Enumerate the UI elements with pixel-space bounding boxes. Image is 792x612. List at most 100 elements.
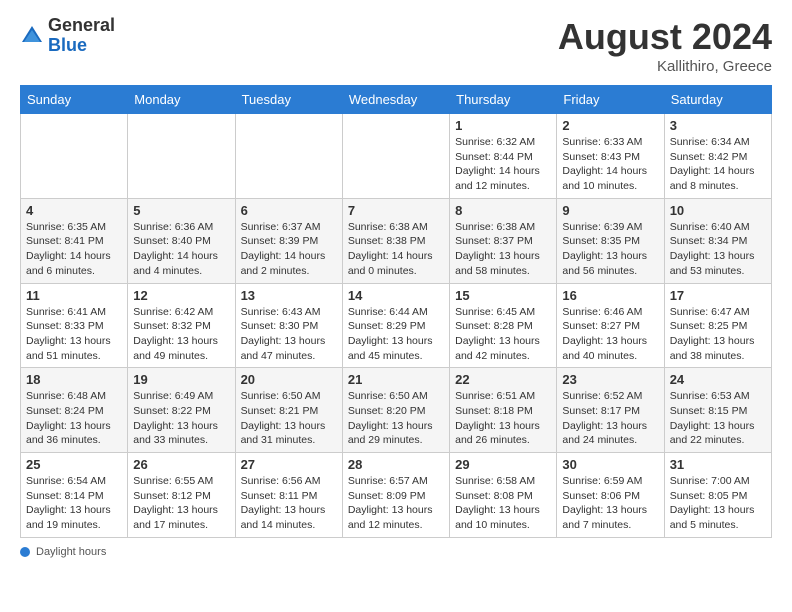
calendar-cell: 19 Sunrise: 6:49 AM Sunset: 8:22 PM Dayli…	[128, 368, 235, 453]
logo-general-text: General	[48, 16, 115, 36]
calendar-cell: 2 Sunrise: 6:33 AM Sunset: 8:43 PM Daylig…	[557, 114, 664, 199]
calendar-week-row: 4 Sunrise: 6:35 AM Sunset: 8:41 PM Daylig…	[21, 198, 772, 283]
day-info: Sunrise: 6:35 AM Sunset: 8:41 PM Dayligh…	[26, 220, 122, 279]
calendar-cell: 15 Sunrise: 6:45 AM Sunset: 8:28 PM Dayli…	[450, 283, 557, 368]
day-number: 12	[133, 288, 229, 303]
day-number: 21	[348, 372, 444, 387]
day-info: Sunrise: 6:43 AM Sunset: 8:30 PM Dayligh…	[241, 305, 337, 364]
month-year-title: August 2024	[558, 16, 772, 58]
day-info: Sunrise: 6:49 AM Sunset: 8:22 PM Dayligh…	[133, 389, 229, 448]
day-number: 19	[133, 372, 229, 387]
day-number: 2	[562, 118, 658, 133]
day-info: Sunrise: 6:45 AM Sunset: 8:28 PM Dayligh…	[455, 305, 551, 364]
calendar-cell	[235, 114, 342, 199]
weekday-header-sunday: Sunday	[21, 86, 128, 114]
day-number: 22	[455, 372, 551, 387]
calendar-table: SundayMondayTuesdayWednesdayThursdayFrid…	[20, 85, 772, 538]
day-number: 25	[26, 457, 122, 472]
day-info: Sunrise: 6:38 AM Sunset: 8:37 PM Dayligh…	[455, 220, 551, 279]
day-number: 30	[562, 457, 658, 472]
day-info: Sunrise: 6:47 AM Sunset: 8:25 PM Dayligh…	[670, 305, 766, 364]
title-block: August 2024 Kallithiro, Greece	[558, 16, 772, 75]
day-info: Sunrise: 6:44 AM Sunset: 8:29 PM Dayligh…	[348, 305, 444, 364]
calendar-cell: 8 Sunrise: 6:38 AM Sunset: 8:37 PM Daylig…	[450, 198, 557, 283]
day-number: 5	[133, 203, 229, 218]
calendar-week-row: 11 Sunrise: 6:41 AM Sunset: 8:33 PM Dayli…	[21, 283, 772, 368]
day-info: Sunrise: 6:51 AM Sunset: 8:18 PM Dayligh…	[455, 389, 551, 448]
logo-blue-text: Blue	[48, 36, 115, 56]
day-info: Sunrise: 6:52 AM Sunset: 8:17 PM Dayligh…	[562, 389, 658, 448]
day-info: Sunrise: 6:56 AM Sunset: 8:11 PM Dayligh…	[241, 474, 337, 533]
day-info: Sunrise: 6:53 AM Sunset: 8:15 PM Dayligh…	[670, 389, 766, 448]
day-number: 9	[562, 203, 658, 218]
day-number: 20	[241, 372, 337, 387]
day-number: 3	[670, 118, 766, 133]
calendar-cell: 4 Sunrise: 6:35 AM Sunset: 8:41 PM Daylig…	[21, 198, 128, 283]
day-info: Sunrise: 6:40 AM Sunset: 8:34 PM Dayligh…	[670, 220, 766, 279]
day-info: Sunrise: 6:37 AM Sunset: 8:39 PM Dayligh…	[241, 220, 337, 279]
day-number: 15	[455, 288, 551, 303]
day-info: Sunrise: 6:33 AM Sunset: 8:43 PM Dayligh…	[562, 135, 658, 194]
calendar-cell: 21Sunrise: 6:50 AM Sunset: 8:20 PM Dayli…	[342, 368, 449, 453]
calendar-cell: 9 Sunrise: 6:39 AM Sunset: 8:35 PM Daylig…	[557, 198, 664, 283]
day-info: Sunrise: 6:54 AM Sunset: 8:14 PM Dayligh…	[26, 474, 122, 533]
calendar-cell: 18Sunrise: 6:48 AM Sunset: 8:24 PM Dayli…	[21, 368, 128, 453]
weekday-header-monday: Monday	[128, 86, 235, 114]
calendar-cell: 22 Sunrise: 6:51 AM Sunset: 8:18 PM Dayli…	[450, 368, 557, 453]
page-header: General Blue August 2024 Kallithiro, Gre…	[20, 16, 772, 75]
day-number: 11	[26, 288, 122, 303]
calendar-cell	[21, 114, 128, 199]
calendar-cell: 27Sunrise: 6:56 AM Sunset: 8:11 PM Dayli…	[235, 453, 342, 538]
weekday-header-friday: Friday	[557, 86, 664, 114]
weekday-header-row: SundayMondayTuesdayWednesdayThursdayFrid…	[21, 86, 772, 114]
day-number: 31	[670, 457, 766, 472]
day-number: 24	[670, 372, 766, 387]
calendar-cell: 26Sunrise: 6:55 AM Sunset: 8:12 PM Dayli…	[128, 453, 235, 538]
weekday-header-thursday: Thursday	[450, 86, 557, 114]
calendar-cell: 17Sunrise: 6:47 AM Sunset: 8:25 PM Dayli…	[664, 283, 771, 368]
legend-label: Daylight hours	[36, 546, 106, 558]
day-info: Sunrise: 6:50 AM Sunset: 8:21 PM Dayligh…	[241, 389, 337, 448]
calendar-cell: 1 Sunrise: 6:32 AM Sunset: 8:44 PM Daylig…	[450, 114, 557, 199]
day-info: Sunrise: 6:38 AM Sunset: 8:38 PM Dayligh…	[348, 220, 444, 279]
location-subtitle: Kallithiro, Greece	[558, 58, 772, 75]
calendar-cell	[342, 114, 449, 199]
weekday-header-tuesday: Tuesday	[235, 86, 342, 114]
calendar-cell: 12 Sunrise: 6:42 AM Sunset: 8:32 PM Dayli…	[128, 283, 235, 368]
day-number: 7	[348, 203, 444, 218]
calendar-week-row: 1 Sunrise: 6:32 AM Sunset: 8:44 PM Daylig…	[21, 114, 772, 199]
calendar-cell: 5Sunrise: 6:36 AM Sunset: 8:40 PM Daylig…	[128, 198, 235, 283]
day-info: Sunrise: 6:39 AM Sunset: 8:35 PM Dayligh…	[562, 220, 658, 279]
day-info: Sunrise: 6:34 AM Sunset: 8:42 PM Dayligh…	[670, 135, 766, 194]
calendar-cell: 7 Sunrise: 6:38 AM Sunset: 8:38 PM Daylig…	[342, 198, 449, 283]
day-info: Sunrise: 6:58 AM Sunset: 8:08 PM Dayligh…	[455, 474, 551, 533]
calendar-cell: 6 Sunrise: 6:37 AM Sunset: 8:39 PM Daylig…	[235, 198, 342, 283]
legend: Daylight hours	[20, 546, 772, 558]
calendar-cell: 20 Sunrise: 6:50 AM Sunset: 8:21 PM Dayli…	[235, 368, 342, 453]
calendar-cell: 10 Sunrise: 6:40 AM Sunset: 8:34 PM Dayli…	[664, 198, 771, 283]
calendar-week-row: 18Sunrise: 6:48 AM Sunset: 8:24 PM Dayli…	[21, 368, 772, 453]
calendar-cell: 30Sunrise: 6:59 AM Sunset: 8:06 PM Dayli…	[557, 453, 664, 538]
logo-text: General Blue	[48, 16, 115, 56]
day-info: Sunrise: 6:42 AM Sunset: 8:32 PM Dayligh…	[133, 305, 229, 364]
calendar-cell: 25 Sunrise: 6:54 AM Sunset: 8:14 PM Dayli…	[21, 453, 128, 538]
day-info: Sunrise: 6:32 AM Sunset: 8:44 PM Dayligh…	[455, 135, 551, 194]
calendar-cell: 14Sunrise: 6:44 AM Sunset: 8:29 PM Dayli…	[342, 283, 449, 368]
day-number: 28	[348, 457, 444, 472]
calendar-cell: 31Sunrise: 7:00 AM Sunset: 8:05 PM Dayli…	[664, 453, 771, 538]
day-number: 6	[241, 203, 337, 218]
legend-dot	[20, 547, 30, 557]
day-number: 29	[455, 457, 551, 472]
calendar-cell: 16Sunrise: 6:46 AM Sunset: 8:27 PM Dayli…	[557, 283, 664, 368]
day-number: 10	[670, 203, 766, 218]
day-info: Sunrise: 6:55 AM Sunset: 8:12 PM Dayligh…	[133, 474, 229, 533]
calendar-cell: 23Sunrise: 6:52 AM Sunset: 8:17 PM Dayli…	[557, 368, 664, 453]
calendar-cell: 3 Sunrise: 6:34 AM Sunset: 8:42 PM Daylig…	[664, 114, 771, 199]
day-number: 8	[455, 203, 551, 218]
day-number: 1	[455, 118, 551, 133]
day-number: 4	[26, 203, 122, 218]
day-number: 16	[562, 288, 658, 303]
day-info: Sunrise: 6:41 AM Sunset: 8:33 PM Dayligh…	[26, 305, 122, 364]
day-number: 18	[26, 372, 122, 387]
calendar-cell: 13Sunrise: 6:43 AM Sunset: 8:30 PM Dayli…	[235, 283, 342, 368]
